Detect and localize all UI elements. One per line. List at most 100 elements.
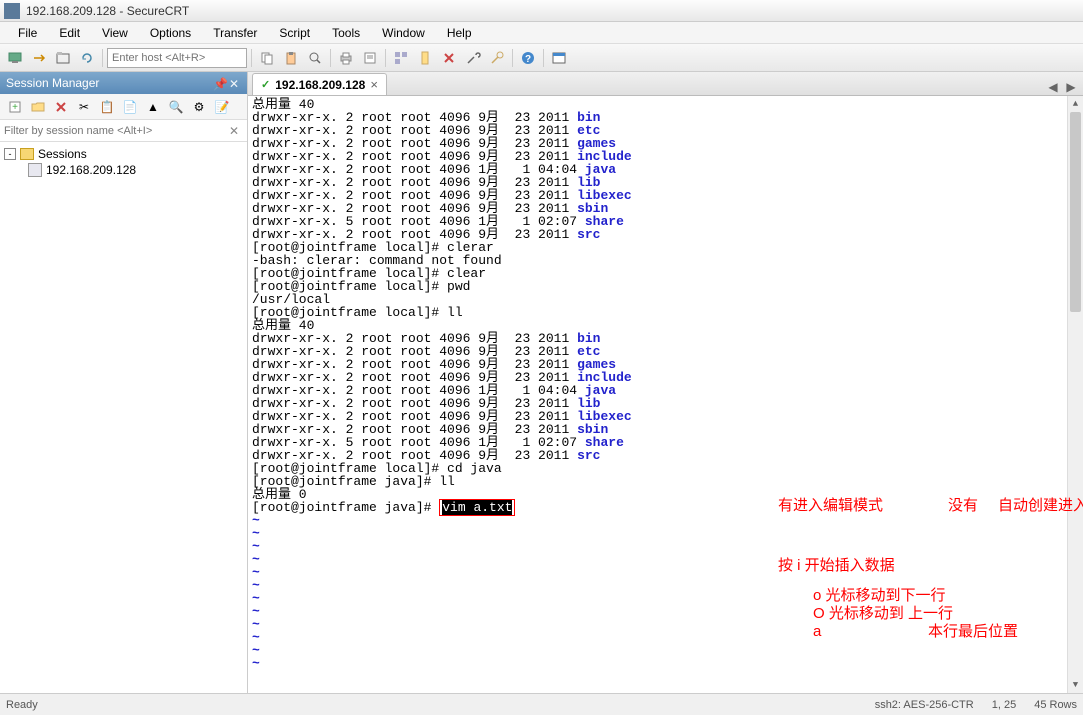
toolbar-separator — [512, 49, 513, 67]
sessions-icon[interactable] — [390, 47, 412, 69]
close-panel-icon[interactable]: ✕ — [229, 77, 241, 89]
terminal-tilde-line: ~ — [252, 553, 1079, 566]
session-manager-header: Session Manager 📌 ✕ — [0, 72, 247, 94]
session-manager-panel: Session Manager 📌 ✕ + ✂ 📋 📄 ▲ 🔍 ⚙ 📝 ✕ - — [0, 72, 248, 693]
tools-icon[interactable] — [462, 47, 484, 69]
up-icon[interactable]: ▲ — [142, 96, 164, 118]
menu-tools[interactable]: Tools — [322, 24, 370, 42]
paste-session-icon[interactable]: 📄 — [119, 96, 141, 118]
session-filter-input[interactable] — [4, 125, 229, 137]
annotation-1: 有进入编辑模式 — [778, 499, 883, 512]
connect-icon[interactable] — [4, 47, 26, 69]
svg-text:?: ? — [525, 54, 531, 65]
cut-icon[interactable]: ✂ — [73, 96, 95, 118]
menu-file[interactable]: File — [8, 24, 47, 42]
session-manager-title: Session Manager — [6, 76, 99, 90]
folder-icon — [20, 148, 34, 160]
tab-next-icon[interactable]: ▶ — [1063, 79, 1079, 95]
tree-collapse-icon[interactable]: - — [4, 148, 16, 160]
window-title: 192.168.209.128 - SecureCRT — [26, 4, 189, 18]
scrollbar-vertical[interactable]: ▲ ▼ — [1067, 96, 1083, 693]
terminal-tilde-line: ~ — [252, 657, 1079, 670]
svg-text:+: + — [12, 102, 18, 113]
session-filter-row: ✕ — [0, 120, 247, 142]
annotation-2: 没有 — [948, 499, 978, 512]
tab-label: 192.168.209.128 — [275, 78, 365, 92]
menu-window[interactable]: Window — [372, 24, 435, 42]
terminal-tilde-line: ~ — [252, 644, 1079, 657]
toolbar-separator — [385, 49, 386, 67]
app-icon — [4, 3, 20, 19]
menu-edit[interactable]: Edit — [49, 24, 90, 42]
menu-help[interactable]: Help — [437, 24, 482, 42]
status-left: Ready — [6, 699, 875, 711]
statusbar: Ready ssh2: AES-256-CTR 1, 25 45 Rows — [0, 693, 1083, 715]
terminal-line: [root@jointframe local]# pwd — [252, 280, 1079, 293]
tab-bar: ✓ 192.168.209.128 × ◀ ▶ — [248, 72, 1083, 96]
annotation-3: 自动创建进入编辑模式 — [998, 499, 1083, 512]
annotation-4: 按 i 开始插入数据 — [778, 559, 895, 572]
session-props2-icon[interactable]: 📝 — [211, 96, 233, 118]
copy-icon[interactable] — [256, 47, 278, 69]
session-manager-toolbar: + ✂ 📋 📄 ▲ 🔍 ⚙ 📝 — [0, 94, 247, 120]
tree-root[interactable]: - Sessions — [4, 146, 243, 162]
quick-connect-icon[interactable] — [28, 47, 50, 69]
tab-close-icon[interactable]: × — [370, 77, 378, 92]
scrollbar-thumb[interactable] — [1070, 112, 1081, 312]
toolbar: ? — [0, 44, 1083, 72]
help-icon[interactable]: ? — [517, 47, 539, 69]
menu-script[interactable]: Script — [269, 24, 320, 42]
reconnect-icon[interactable] — [76, 47, 98, 69]
session-props-icon[interactable]: ⚙ — [188, 96, 210, 118]
paste-icon[interactable] — [280, 47, 302, 69]
x-icon[interactable] — [438, 47, 460, 69]
find-icon[interactable] — [304, 47, 326, 69]
toolbar-separator — [543, 49, 544, 67]
session-tree: - Sessions 192.168.209.128 — [0, 142, 247, 693]
copy-session-icon[interactable]: 📋 — [96, 96, 118, 118]
terminal-tilde-line: ~ — [252, 514, 1079, 527]
terminal-tilde-line: ~ — [252, 579, 1079, 592]
annotation-6: O 光标移动到 上一行 — [813, 607, 953, 620]
session-label: 192.168.209.128 — [46, 163, 136, 177]
new-folder-icon[interactable] — [27, 96, 49, 118]
print-icon[interactable] — [335, 47, 357, 69]
terminal-tilde-line: ~ — [252, 540, 1079, 553]
tab-nav: ◀ ▶ — [1045, 79, 1079, 95]
new-session-icon[interactable]: + — [4, 96, 26, 118]
terminal-area: ✓ 192.168.209.128 × ◀ ▶ 总用量 40drwxr-xr-x… — [248, 72, 1083, 693]
terminal-tilde-line: ~ — [252, 566, 1079, 579]
status-connection: ssh2: AES-256-CTR — [875, 699, 974, 711]
annotation-7b: 本行最后位置 — [928, 625, 1018, 638]
clear-filter-icon[interactable]: ✕ — [229, 124, 243, 138]
tab-connected-icon: ✓ — [261, 78, 270, 91]
scroll-up-icon[interactable]: ▲ — [1068, 96, 1083, 112]
annotation-7: a — [813, 625, 821, 638]
tree-session-item[interactable]: 192.168.209.128 — [28, 162, 243, 178]
main-area: Session Manager 📌 ✕ + ✂ 📋 📄 ▲ 🔍 ⚙ 📝 ✕ - — [0, 72, 1083, 693]
scroll-down-icon[interactable]: ▼ — [1068, 677, 1083, 693]
host-input[interactable] — [107, 48, 247, 68]
properties-icon[interactable] — [359, 47, 381, 69]
toolbar-separator — [251, 49, 252, 67]
toolbar-separator — [330, 49, 331, 67]
key-icon[interactable] — [486, 47, 508, 69]
terminal-tilde-line: ~ — [252, 592, 1079, 605]
status-position: 1, 25 — [992, 699, 1016, 711]
terminal-tilde-line: ~ — [252, 605, 1079, 618]
status-rows: 45 Rows — [1034, 699, 1077, 711]
window-icon[interactable] — [548, 47, 570, 69]
menu-transfer[interactable]: Transfer — [203, 24, 267, 42]
session-icon — [28, 163, 42, 177]
find-session-icon[interactable]: 🔍 — [165, 96, 187, 118]
titlebar: 192.168.209.128 - SecureCRT — [0, 0, 1083, 22]
delete-icon[interactable] — [50, 96, 72, 118]
scroll-icon[interactable] — [414, 47, 436, 69]
connect-in-tab-icon[interactable] — [52, 47, 74, 69]
tab-prev-icon[interactable]: ◀ — [1045, 79, 1061, 95]
menu-view[interactable]: View — [92, 24, 138, 42]
pin-icon[interactable]: 📌 — [213, 77, 225, 89]
terminal[interactable]: 总用量 40drwxr-xr-x. 2 root root 4096 9月 23… — [248, 96, 1083, 693]
tab-active[interactable]: ✓ 192.168.209.128 × — [252, 73, 387, 95]
menu-options[interactable]: Options — [140, 24, 201, 42]
